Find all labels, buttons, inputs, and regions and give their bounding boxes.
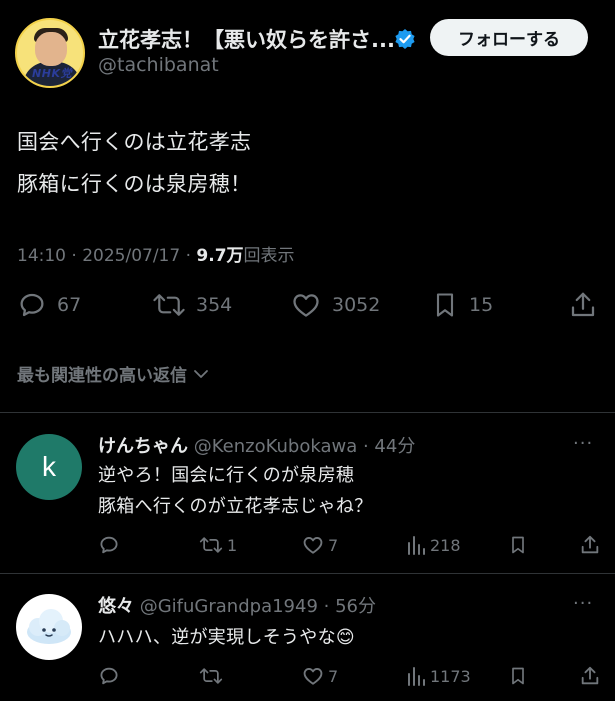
divider xyxy=(0,412,615,413)
like-count: 7 xyxy=(328,535,339,555)
author-avatar[interactable]: NHK党 xyxy=(15,18,85,88)
reply-action[interactable] xyxy=(98,534,120,556)
analytics-icon xyxy=(408,536,425,555)
heart-icon xyxy=(303,668,323,685)
reply-avatar[interactable]: k xyxy=(16,434,82,500)
reply-action[interactable] xyxy=(98,665,120,687)
reply-author-name[interactable]: けんちゃん xyxy=(98,436,188,457)
reply-text-line: 豚箱へ行くのが立花孝志じゃね？ xyxy=(98,496,373,517)
retweet-count: 354 xyxy=(196,294,233,316)
reply-text-line: 逆やろ！国会に行くのが泉房穂 xyxy=(98,465,355,486)
share-action[interactable] xyxy=(568,290,598,320)
like-action[interactable]: 7 xyxy=(302,534,338,556)
reply-header: 悠々 @GifuGrandpa1949 · 56分 xyxy=(98,592,376,618)
reply-author-handle[interactable]: @GifuGrandpa1949 xyxy=(140,596,318,617)
bookmark-action[interactable]: 15 xyxy=(431,290,493,320)
reply-avatar[interactable] xyxy=(16,594,82,660)
reply-time[interactable]: · 44分 xyxy=(363,436,415,457)
chevron-down-icon xyxy=(194,369,208,378)
retweet-action[interactable] xyxy=(199,665,223,687)
cloud-avatar-image xyxy=(27,609,71,644)
analytics-icon xyxy=(408,667,425,686)
best-replies-dropdown[interactable]: 最も関連性の高い返信 xyxy=(17,361,211,386)
bookmark-icon xyxy=(436,293,454,317)
tweet-timestamp[interactable]: 14:10 · 2025/07/17 · xyxy=(17,246,196,266)
follow-button[interactable]: フォローする xyxy=(430,19,588,56)
retweet-icon xyxy=(199,537,223,553)
bookmark-action[interactable] xyxy=(508,665,528,687)
views-count: 1173 xyxy=(430,666,471,686)
reply-icon xyxy=(100,536,118,554)
tweet-text-line: 豚箱に行くのは泉房穂！ xyxy=(17,172,252,196)
share-icon xyxy=(581,666,599,685)
retweet-icon xyxy=(199,668,223,684)
avatar-letter: k xyxy=(42,451,56,482)
reply-author-name[interactable]: 悠々 xyxy=(98,596,134,617)
retweet-count: 1 xyxy=(227,535,238,555)
views-label: 回表示 xyxy=(243,246,295,266)
share-action[interactable] xyxy=(579,534,601,556)
bookmark-count: 15 xyxy=(469,294,494,316)
like-count: 3052 xyxy=(332,294,381,316)
more-options-icon[interactable]: ··· xyxy=(573,593,593,614)
best-replies-label: 最も関連性の高い返信 xyxy=(17,366,187,386)
bookmark-action[interactable] xyxy=(508,534,528,556)
avatar-face xyxy=(35,32,67,66)
tweet-meta: 14:10 · 2025/07/17 · 9.7万回表示 xyxy=(17,241,295,266)
retweet-action[interactable]: 354 xyxy=(152,290,232,320)
views-count: 218 xyxy=(430,535,461,555)
verified-badge-icon xyxy=(395,29,415,49)
reply-icon xyxy=(100,667,118,685)
share-action[interactable] xyxy=(579,665,601,687)
like-action[interactable]: 7 xyxy=(302,665,338,687)
retweet-action[interactable]: 1 xyxy=(199,534,237,556)
views-action[interactable]: 1173 xyxy=(406,665,471,687)
views-action[interactable]: 218 xyxy=(406,534,461,556)
tweet-text-line: 国会へ行くのは立花孝志 xyxy=(17,130,252,154)
avatar-badge-text: NHK党 xyxy=(32,67,72,80)
divider xyxy=(0,573,615,574)
views-count: 9.7万 xyxy=(196,246,244,266)
bookmark-icon xyxy=(512,536,524,554)
reply-action[interactable]: 67 xyxy=(17,290,81,320)
reply-time[interactable]: · 56分 xyxy=(324,596,376,617)
like-count: 7 xyxy=(328,666,339,686)
bookmark-icon xyxy=(512,667,524,685)
more-options-icon[interactable]: ··· xyxy=(573,433,593,454)
reply-icon xyxy=(20,293,44,317)
heart-icon xyxy=(303,537,323,554)
reply-text-line: ハハハ、逆が実現しそうやな😊 xyxy=(98,627,355,648)
like-action[interactable]: 3052 xyxy=(290,290,380,320)
share-icon xyxy=(571,292,595,317)
retweet-icon xyxy=(153,294,185,316)
author-display-name[interactable]: 立花孝志！【悪い奴らを許さ... xyxy=(98,24,395,54)
reply-header: けんちゃん @KenzoKubokawa · 44分 xyxy=(98,432,415,458)
heart-icon xyxy=(293,294,319,317)
reply-count: 67 xyxy=(57,294,82,316)
author-handle[interactable]: @tachibanat xyxy=(98,54,219,76)
reply-author-handle[interactable]: @KenzoKubokawa xyxy=(194,436,358,457)
share-icon xyxy=(581,535,599,554)
